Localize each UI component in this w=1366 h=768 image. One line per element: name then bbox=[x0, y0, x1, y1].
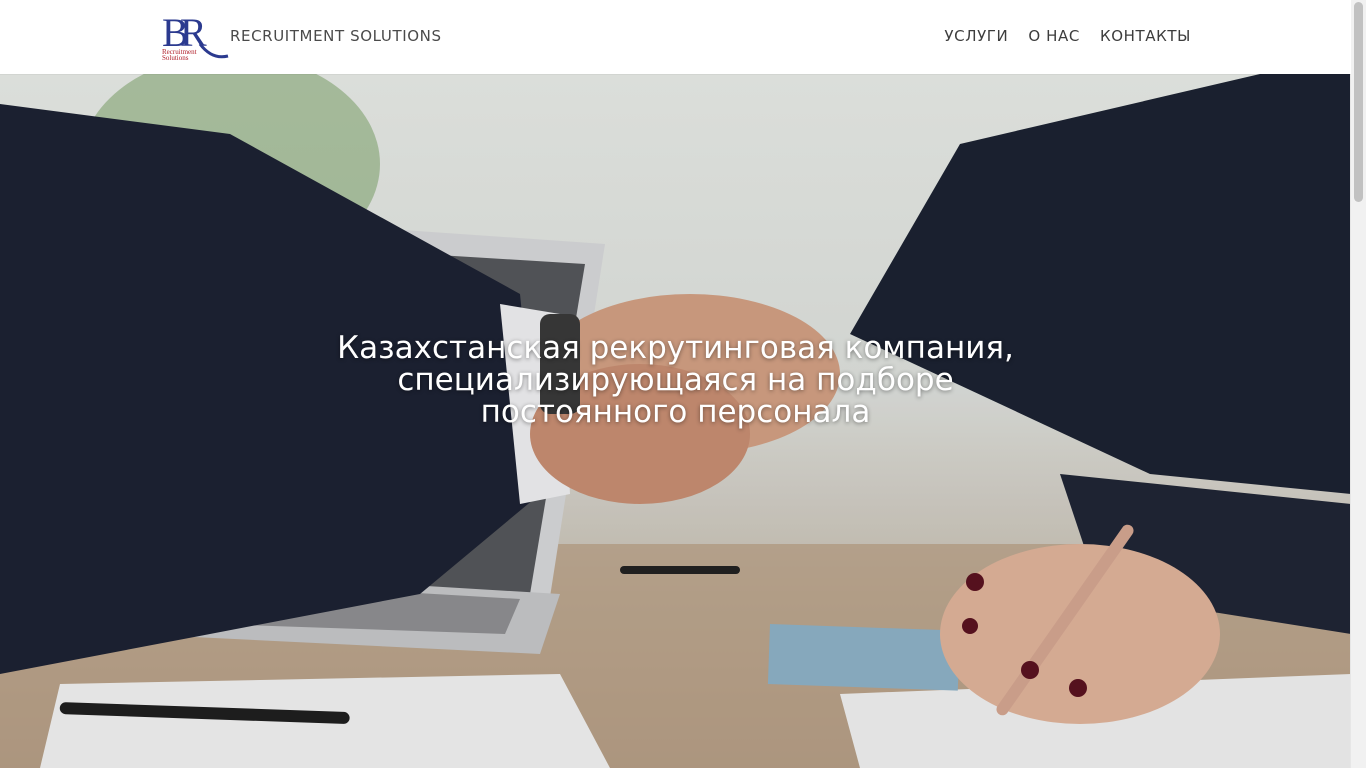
brand-name[interactable]: RECRUITMENT SOLUTIONS bbox=[230, 27, 442, 45]
nav-item-about[interactable]: О НАС bbox=[1028, 27, 1080, 45]
scrollbar-thumb[interactable] bbox=[1354, 2, 1363, 202]
hero-title-line: специализирующаяся на подборе bbox=[397, 362, 954, 398]
hero-title-line: постоянного персонала bbox=[480, 394, 871, 430]
logo-icon: B R Recruitment Solutions bbox=[162, 10, 229, 62]
page: B R Recruitment Solutions RECRUITMENT SO… bbox=[0, 0, 1366, 768]
hero-section: Казахстанская рекрутинговая компания, сп… bbox=[0, 74, 1351, 768]
site-header: B R Recruitment Solutions RECRUITMENT SO… bbox=[0, 0, 1351, 74]
nav-item-contacts[interactable]: КОНТАКТЫ bbox=[1100, 27, 1191, 45]
hero-title: Казахстанская рекрутинговая компания, сп… bbox=[0, 332, 1351, 428]
hero-title-line: Казахстанская рекрутинговая компания, bbox=[337, 330, 1014, 366]
scrollbar[interactable] bbox=[1350, 0, 1366, 768]
logo-link[interactable]: B R Recruitment Solutions bbox=[160, 10, 230, 62]
main-nav: УСЛУГИ О НАС КОНТАКТЫ bbox=[944, 27, 1191, 45]
svg-text:Solutions: Solutions bbox=[162, 54, 189, 62]
nav-item-services[interactable]: УСЛУГИ bbox=[944, 27, 1008, 45]
